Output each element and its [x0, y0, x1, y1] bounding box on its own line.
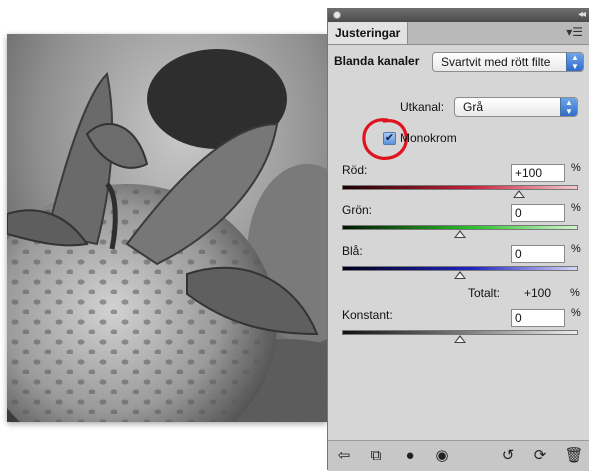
- total-unit: %: [570, 287, 580, 299]
- output-channel-value: Grå: [463, 100, 484, 114]
- channel-value-input[interactable]: 0: [511, 204, 565, 222]
- channel-label: Röd:: [342, 163, 368, 177]
- monochrome-label: Monokrom: [400, 131, 457, 145]
- panel-menu-icon[interactable]: ▾☰: [566, 25, 583, 39]
- adjustments-panel: ◂◂ Justeringar ▾☰ Blanda kanaler Svartvi…: [327, 8, 589, 471]
- previous-state-icon[interactable]: ↺: [498, 447, 518, 465]
- updown-arrows-icon[interactable]: ▲ ▼: [560, 98, 577, 116]
- constant-unit: %: [571, 307, 581, 319]
- preset-select[interactable]: Svartvit med rött filte ▲ ▼: [432, 52, 584, 72]
- preset-value: Svartvit med rött filte: [441, 55, 551, 69]
- channel-slider-thumb[interactable]: [454, 230, 466, 238]
- panel-toolbar: ⇦ ⧉ ● ◉ ↺ ⟳ 🗑: [328, 440, 589, 471]
- channel-value-input[interactable]: +100: [511, 164, 565, 182]
- adjustment-title: Blanda kanaler: [334, 54, 420, 68]
- eye-icon[interactable]: ◉: [432, 447, 452, 465]
- channel-value-input[interactable]: 0: [511, 245, 565, 263]
- monochrome-checkbox[interactable]: ✔: [383, 132, 396, 145]
- back-arrow-icon[interactable]: ⇦: [334, 447, 354, 465]
- preview-image: [7, 34, 327, 422]
- trash-icon[interactable]: 🗑: [564, 447, 584, 465]
- total-value: +100: [524, 286, 552, 300]
- output-channel-select[interactable]: Grå ▲ ▼: [454, 97, 578, 117]
- channel-slider-thumb[interactable]: [454, 271, 466, 279]
- constant-label: Konstant:: [342, 308, 393, 322]
- clip-layer-icon[interactable]: ⧉: [366, 447, 386, 465]
- constant-input[interactable]: 0: [511, 309, 565, 327]
- total-label: Totalt:: [468, 286, 501, 300]
- channel-unit: %: [571, 162, 581, 174]
- channel-unit: %: [571, 243, 581, 255]
- updown-arrows-icon[interactable]: ▲ ▼: [566, 53, 583, 71]
- panel-titlebar: ◂◂: [328, 8, 589, 22]
- channel-label: Blå:: [342, 244, 363, 258]
- reset-icon[interactable]: ⟳: [530, 447, 550, 465]
- constant-slider-thumb[interactable]: [454, 335, 466, 343]
- close-icon[interactable]: [333, 11, 341, 19]
- channel-slider-thumb[interactable]: [513, 190, 525, 198]
- collapse-arrows-icon[interactable]: ◂◂: [578, 9, 586, 20]
- channel-unit: %: [571, 202, 581, 214]
- channel-slider[interactable]: [342, 185, 578, 190]
- tab-adjustments[interactable]: Justeringar: [328, 22, 409, 44]
- output-channel-label: Utkanal:: [400, 100, 445, 114]
- panel-tabbar: Justeringar ▾☰: [328, 22, 589, 45]
- channel-label: Grön:: [342, 203, 373, 217]
- visibility-icon[interactable]: ●: [400, 447, 420, 465]
